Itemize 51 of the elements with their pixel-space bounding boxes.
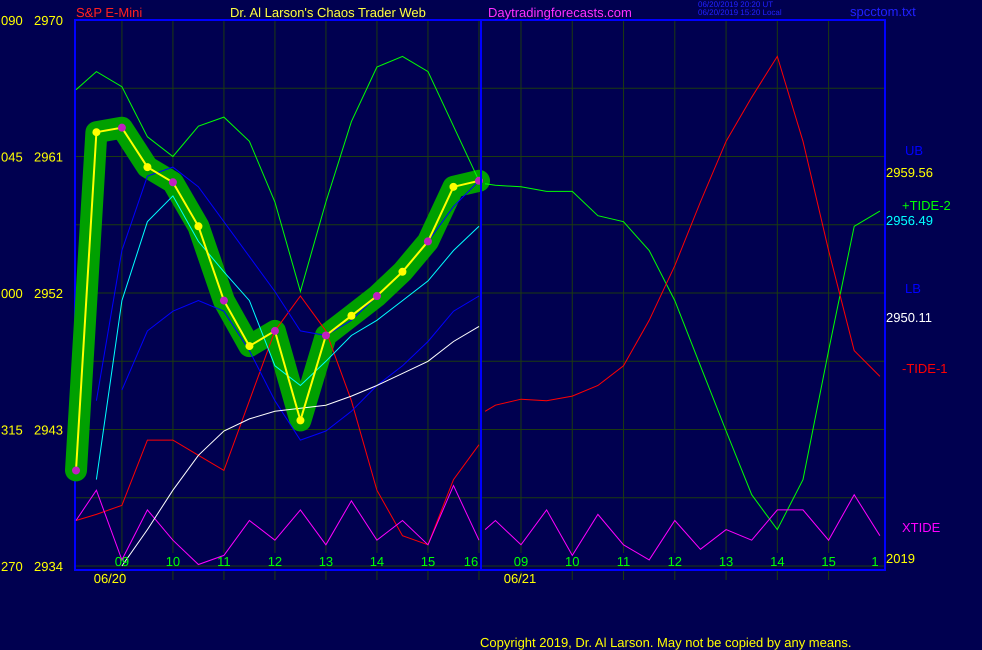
angle-label: 090 <box>1 13 23 28</box>
series-label: XTIDE <box>902 520 940 535</box>
x-axis-label: 10 <box>565 554 580 569</box>
site-link[interactable]: Daytradingforecasts.com <box>488 5 632 20</box>
y-axis-label: 2952 <box>34 286 63 301</box>
x-axis-label: 12 <box>268 554 282 569</box>
angle-label: 270 <box>1 559 23 574</box>
reading-label: 2959.56 <box>886 165 933 180</box>
point <box>296 416 304 424</box>
timestamp-label: 06/20/2019 20:20 UT <box>698 0 774 9</box>
point <box>143 163 152 172</box>
x-axis-label: 11 <box>616 554 630 569</box>
symbol-label: S&P E-Mini <box>76 5 142 20</box>
x-axis-label: 10 <box>166 554 180 569</box>
point <box>194 222 202 230</box>
copyright-text: Copyright 2019, Dr. Al Larson. May not be copied by any means. <box>480 635 852 650</box>
x-axis-label: 13 <box>718 554 734 569</box>
x-axis-label: 09 <box>514 554 528 569</box>
x-axis-label: 13 <box>318 554 334 569</box>
file-label: spcctom.txt <box>850 4 916 19</box>
series-label: UB <box>905 143 924 158</box>
point <box>245 342 254 350</box>
x-axis-label: 11 <box>217 554 231 569</box>
reading-label: 2950.11 <box>886 310 932 325</box>
y-axis-label: 2961 <box>34 150 63 164</box>
point <box>398 268 406 276</box>
y-axis-label: 2943 <box>34 422 63 438</box>
date-label: 06/21 <box>504 571 536 586</box>
date-label: 06/20 <box>94 571 126 586</box>
x-axis-label: 14 <box>770 554 785 569</box>
page-title: Dr. Al Larson's Chaos Trader Web <box>230 5 426 20</box>
angle-label: 315 <box>1 422 23 438</box>
x-axis-label: 15 <box>420 554 436 569</box>
y-axis-label: 2934 <box>34 559 63 574</box>
x-axis-label: 1 <box>871 554 879 569</box>
series-label: -TIDE-1 <box>902 361 948 376</box>
y-axis-label: 2970 <box>34 13 63 28</box>
series-label: LB <box>905 281 921 296</box>
x-axis-label: 16 <box>464 554 478 569</box>
angle-label: 045 <box>1 150 23 164</box>
point <box>92 128 100 136</box>
x-axis-label: 12 <box>668 554 682 569</box>
angle-label: 000 <box>1 286 23 301</box>
point <box>449 182 458 191</box>
timestamp-label: 06/20/2019 15:20 Local <box>698 8 782 17</box>
point <box>347 312 356 320</box>
series-label: +TIDE-2 <box>902 198 951 213</box>
x-axis-label: 14 <box>370 554 384 569</box>
x-axis-label: 15 <box>821 554 836 569</box>
reading-label: 2956.49 <box>886 213 933 228</box>
reading-label: 2019 <box>886 551 915 566</box>
